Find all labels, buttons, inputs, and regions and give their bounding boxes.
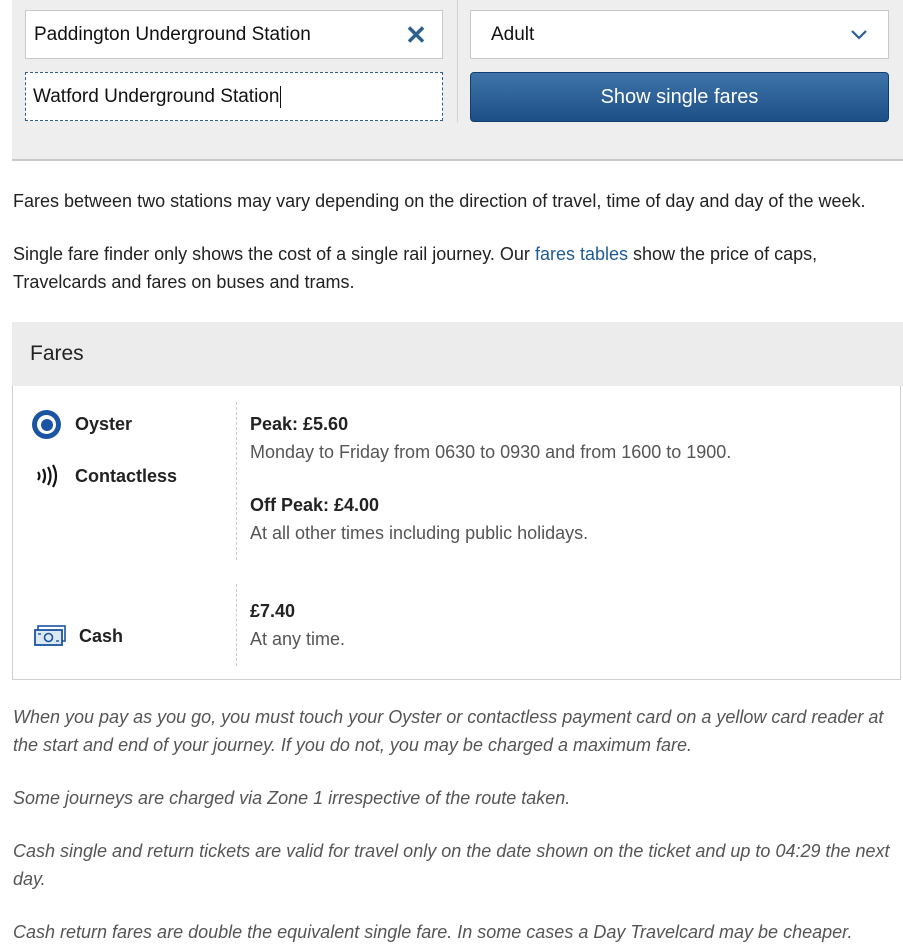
contactless-method: Contactless [35, 463, 177, 489]
to-station-value: Watford Underground Station [33, 85, 280, 107]
cash-fare-times: At any time. [250, 629, 346, 649]
to-station-input[interactable]: Watford Underground Station [25, 72, 443, 121]
oyster-icon [32, 410, 61, 439]
zone1-note: Some journeys are charged via Zone 1 irr… [13, 788, 571, 808]
cash-fare: £7.40 [250, 601, 296, 621]
fares-table: Oyster Contactless Peak: £5.60 Monday to… [12, 386, 901, 680]
passenger-type-select[interactable]: Adult [470, 10, 889, 59]
cash-return-note: Cash return fares are double the equival… [13, 922, 853, 942]
panel-divider [457, 0, 458, 122]
cash-label: Cash [79, 625, 124, 646]
show-single-fares-button[interactable]: Show single fares [470, 72, 889, 122]
cash-method: Cash [34, 625, 123, 647]
peak-fare-times: Monday to Friday from 0630 to 0930 and f… [250, 442, 732, 462]
fare-finder-info-text: Single fare finder only shows the cost o… [13, 240, 903, 296]
clear-icon[interactable]: ✕ [404, 22, 428, 48]
off-peak-fare-times: At all other times including public holi… [250, 523, 589, 543]
direction-info-text: Fares between two stations may vary depe… [13, 191, 866, 211]
oyster-method: Oyster [32, 410, 132, 439]
from-station-value: Paddington Underground Station [34, 23, 311, 45]
passenger-type-value: Adult [491, 23, 535, 45]
payg-divider [236, 402, 237, 560]
off-peak-fare: Off Peak: £4.00 [250, 495, 380, 515]
info-text-before: Single fare finder only shows the cost o… [13, 244, 535, 264]
contactless-icon [37, 464, 58, 488]
peak-fare: Peak: £5.60 [250, 414, 349, 434]
fare-finder-panel: Paddington Underground Station ✕ Watford… [12, 0, 903, 161]
cash-divider [236, 584, 237, 666]
fares-tables-link[interactable]: fares tables [535, 244, 628, 264]
chevron-down-icon [851, 30, 867, 40]
contactless-label: Contactless [75, 465, 178, 486]
from-station-input[interactable]: Paddington Underground Station ✕ [25, 10, 443, 59]
text-cursor [280, 85, 282, 108]
cash-validity-note: Cash single and return tickets are valid… [13, 841, 890, 889]
fares-heading: Fares [12, 322, 903, 386]
payg-touch-note: When you pay as you go, you must touch y… [13, 707, 884, 755]
cash-icon [34, 625, 66, 646]
oyster-label: Oyster [75, 414, 133, 434]
